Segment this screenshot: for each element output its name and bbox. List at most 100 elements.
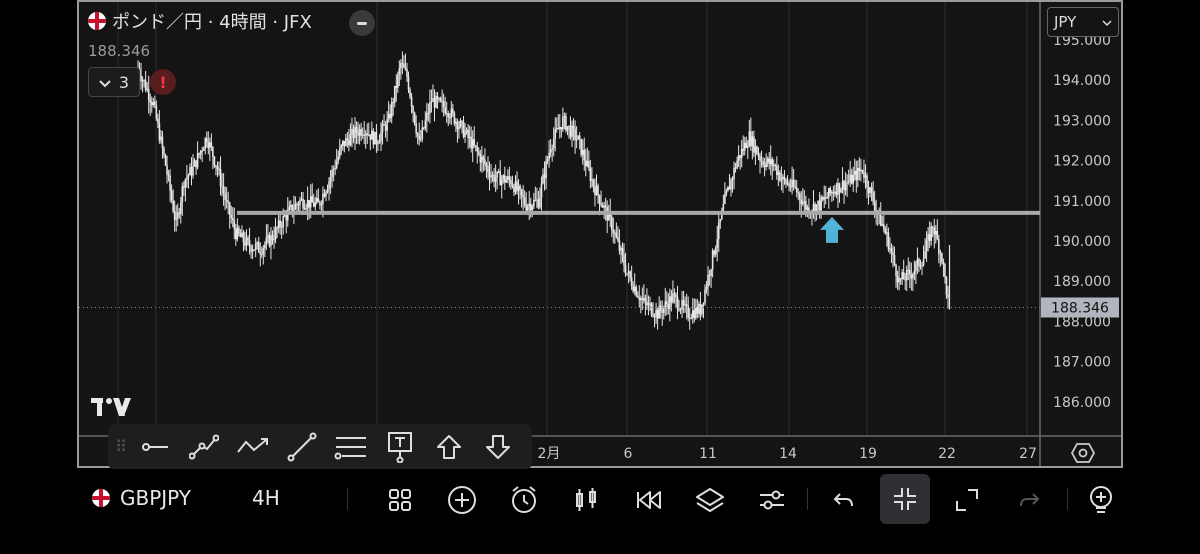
candle-body [546, 159, 549, 162]
currency-select[interactable]: JPY [1047, 7, 1119, 37]
trend-line-icon[interactable] [277, 427, 326, 467]
candle-body [574, 128, 576, 140]
candle-body [529, 203, 532, 211]
arrow-down-icon[interactable] [473, 427, 522, 467]
indicators-toggle[interactable]: 3 [88, 67, 140, 97]
candle-body [508, 176, 511, 180]
collapse-icon[interactable] [880, 474, 930, 524]
candle-body [314, 202, 317, 207]
candle-body [216, 166, 219, 170]
candle-body [699, 303, 702, 315]
candle-body [444, 107, 446, 114]
layout-grid-icon[interactable] [384, 484, 416, 516]
candle-body [351, 128, 353, 135]
candle-body [207, 141, 210, 148]
sliders-icon[interactable] [756, 484, 788, 516]
horizontal-ray-icon[interactable] [130, 427, 179, 467]
price-tick-label: 193.000 [1053, 113, 1111, 129]
candle-body [311, 196, 314, 203]
candle-body [346, 138, 349, 141]
undo-icon[interactable] [828, 484, 860, 516]
candle-body [193, 160, 196, 167]
chart-settings-icon[interactable] [1070, 441, 1096, 469]
candle-body [273, 239, 275, 241]
candle-body [433, 98, 436, 108]
candle-body [719, 219, 722, 223]
candle-body [769, 159, 772, 164]
candle-body [482, 156, 485, 160]
candle-body [653, 316, 656, 318]
candle-body [890, 248, 893, 253]
candle-body [381, 124, 384, 133]
candle-body [748, 131, 751, 147]
candle-body [202, 148, 205, 151]
candle-body [717, 222, 720, 240]
candle-body [519, 185, 521, 190]
candle-body [690, 317, 693, 319]
currency-value: JPY [1054, 13, 1077, 31]
candle-body [155, 105, 158, 119]
candle-body [792, 179, 795, 187]
alarm-icon[interactable] [508, 484, 540, 516]
candle-body [754, 146, 757, 153]
candle-body [820, 197, 822, 211]
candle-body [584, 160, 587, 166]
candles-icon[interactable] [570, 484, 602, 516]
symbol-selector[interactable]: GBPJPY [92, 486, 191, 510]
redo-icon[interactable] [1013, 484, 1045, 516]
candle-body [794, 186, 796, 188]
parallel-channel-icon[interactable] [326, 427, 375, 467]
candle-body [436, 95, 439, 100]
candle-body [598, 195, 601, 204]
candle-body [262, 248, 265, 255]
time-tick-label: 14 [779, 446, 797, 462]
add-indicator-icon[interactable] [1085, 484, 1117, 516]
candle-body [230, 215, 233, 219]
candle-body [464, 132, 466, 137]
candle-body [505, 179, 508, 183]
candle-body [500, 179, 503, 186]
candle-body [580, 138, 583, 155]
candle-body [575, 139, 578, 141]
polyline-icon[interactable] [179, 427, 228, 467]
symbol-title[interactable]: ポンド／円 · 4時間 · JFX [112, 8, 312, 34]
candle-body [571, 125, 573, 137]
arrow-up-marker[interactable] [820, 216, 844, 243]
warning-icon[interactable]: ! [150, 69, 176, 95]
candle-body [873, 201, 876, 211]
layers-icon[interactable] [694, 484, 726, 516]
candle-body [470, 136, 472, 149]
candle-body [869, 187, 871, 194]
candle-body [150, 102, 153, 106]
candle-body [517, 185, 520, 191]
collapse-legend-button[interactable] [349, 10, 375, 36]
candle-body [624, 265, 627, 274]
candle-body [260, 254, 263, 256]
candle-body [551, 148, 553, 150]
add-symbol-icon[interactable] [446, 484, 478, 516]
candle-body [714, 247, 717, 255]
arrow-up-icon[interactable] [424, 427, 473, 467]
candle-body [416, 133, 419, 136]
candle-body [302, 198, 304, 209]
candle-body [352, 128, 355, 138]
candle-body [921, 265, 923, 267]
drag-handle-icon[interactable]: ⠿ [112, 437, 130, 456]
replay-icon[interactable] [632, 484, 664, 516]
candle-body [710, 269, 712, 276]
timeframe-selector[interactable]: 4H [252, 486, 280, 510]
candle-body [757, 154, 760, 157]
candle-body [742, 148, 745, 151]
candle-body [655, 309, 657, 317]
candle-body [172, 199, 174, 212]
fullscreen-icon[interactable] [951, 484, 983, 516]
candle-body [363, 134, 365, 136]
candle-body [181, 186, 184, 203]
candle-body [248, 240, 251, 247]
text-tool-icon[interactable] [375, 427, 424, 467]
candle-body [175, 218, 178, 220]
path-icon[interactable] [228, 427, 277, 467]
candle-body [728, 186, 731, 190]
price-chart[interactable]: 195.000194.000193.000192.000191.000190.0… [77, 0, 1123, 470]
candle-body [430, 101, 433, 103]
